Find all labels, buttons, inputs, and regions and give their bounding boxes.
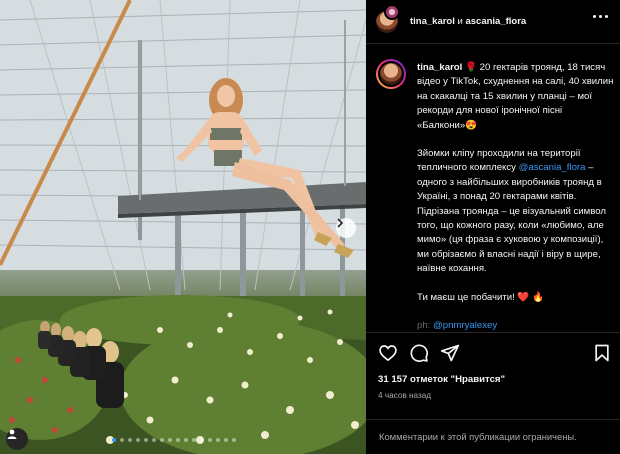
carousel-dot (184, 438, 188, 442)
caption-paragraph-1: tina_karol 🌹 20 гектарів троянд, 18 тися… (417, 61, 615, 133)
post-header: tina_karol и ascania_flora (366, 0, 620, 44)
carousel-dot (152, 438, 156, 442)
carousel-dot (200, 438, 204, 442)
more-horizontal-icon[interactable] (593, 15, 608, 18)
post-details-panel: tina_karol и ascania_flora tina_karol 🌹 … (366, 0, 620, 454)
credit-mention-link[interactable]: @pnmryalexey (433, 320, 497, 330)
caption-credit: ph: @pnmryalexey (417, 319, 615, 330)
caption-username[interactable]: tina_karol (417, 62, 462, 73)
carousel-dot (120, 438, 124, 442)
carousel-dot (224, 438, 228, 442)
post-caption: tina_karol 🌹 20 гектарів троянд, 18 тися… (417, 61, 615, 330)
carousel-dot (208, 438, 212, 442)
carousel-dot (128, 438, 132, 442)
carousel-dot (168, 438, 172, 442)
send-icon[interactable] (440, 343, 460, 363)
author-link[interactable]: tina_karol (410, 16, 455, 27)
collaborator-link[interactable]: ascania_flora (465, 16, 526, 27)
authors-conjunction: и (457, 16, 463, 27)
mention-link[interactable]: @ascania_flora (519, 162, 586, 173)
rose-icon: 🌹 (462, 62, 477, 73)
credit-prefix: ph: (417, 320, 434, 330)
carousel-dot (176, 438, 180, 442)
heart-icon[interactable] (378, 343, 398, 363)
tagged-people-button[interactable] (6, 428, 28, 450)
carousel-dot (144, 438, 148, 442)
carousel-dot (112, 438, 116, 442)
chevron-right-icon (337, 218, 344, 228)
caption-area: tina_karol 🌹 20 гектарів троянд, 18 тися… (366, 55, 620, 330)
next-slide-button[interactable] (336, 218, 356, 238)
carousel-dot (216, 438, 220, 442)
post-timestamp[interactable]: 4 часов назад (378, 391, 431, 400)
comments-disabled-notice: Комментарии к этой публикации ограничены… (366, 419, 620, 454)
caption-avatar-image (378, 61, 404, 87)
carousel-dot (160, 438, 164, 442)
carousel-dot (232, 438, 236, 442)
person-tag-icon (7, 429, 17, 439)
caption-avatar[interactable] (376, 59, 406, 89)
post-photo[interactable] (0, 0, 366, 454)
greenhouse-scene (0, 0, 366, 454)
comment-icon[interactable] (409, 343, 429, 363)
caption-text-2b: – одного з найбільших виробників троянд … (417, 162, 606, 275)
carousel-dot (192, 438, 196, 442)
bookmark-icon[interactable] (592, 343, 612, 363)
caption-paragraph-2: Зйомки кліпу проходили на території тепл… (417, 147, 615, 277)
carousel-indicator (112, 438, 236, 442)
caption-paragraph-3: Ти маєш це побачити! ❤️ 🔥 (417, 291, 544, 303)
post-actions (366, 332, 620, 372)
carousel-dot (136, 438, 140, 442)
likes-count[interactable]: 31 157 отметок "Нравится" (378, 374, 505, 385)
post-authors: tina_karol и ascania_flora (410, 16, 526, 27)
collab-avatar[interactable] (384, 3, 400, 20)
header-avatar[interactable] (376, 3, 400, 33)
